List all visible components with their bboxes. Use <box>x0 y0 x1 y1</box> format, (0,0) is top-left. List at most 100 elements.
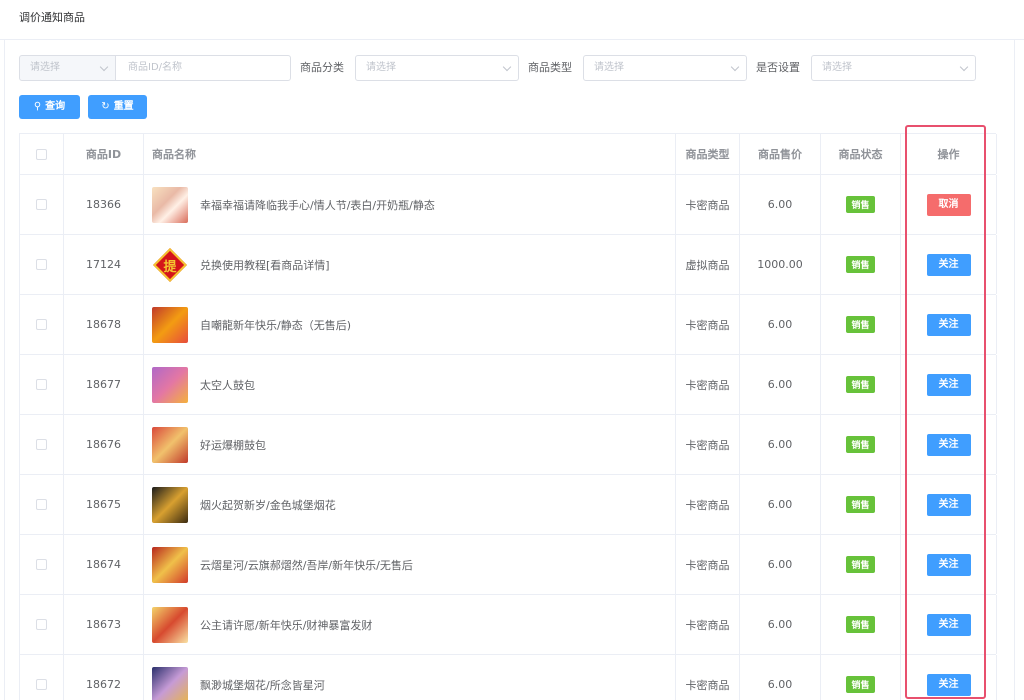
product-thumbnail <box>152 546 188 583</box>
row-checkbox-cell <box>20 475 64 534</box>
chevron-down-icon <box>99 62 109 72</box>
row-checkbox-cell <box>20 415 64 474</box>
product-name: 好运爆棚鼓包 <box>200 438 266 452</box>
product-thumbnail <box>152 426 188 463</box>
product-id: 18678 <box>64 295 144 354</box>
product-price: 6.00 <box>740 355 821 414</box>
table-row: 18675 烟火起贺新岁/金色城堡烟花 卡密商品 6.00 销售 关注 <box>20 475 997 535</box>
header-price: 商品售价 <box>740 134 821 174</box>
row-checkbox-cell <box>20 295 64 354</box>
product-name: 公主请许愿/新年快乐/财神暴富发财 <box>200 618 373 632</box>
row-checkbox[interactable] <box>36 499 47 510</box>
follow-button[interactable]: 关注 <box>926 313 971 336</box>
operation-cell: 关注 <box>901 655 997 700</box>
row-checkbox[interactable] <box>36 559 47 570</box>
row-checkbox[interactable] <box>36 319 47 330</box>
row-checkbox[interactable] <box>36 439 47 450</box>
follow-button[interactable]: 关注 <box>926 253 971 276</box>
operation-cell: 关注 <box>901 475 997 534</box>
product-name-cell: 幸福幸福请降临我手心/情人节/表白/开奶瓶/静态 <box>144 175 676 234</box>
product-thumbnail <box>152 486 188 523</box>
product-status-cell: 销售 <box>821 295 901 354</box>
product-id: 18366 <box>64 175 144 234</box>
product-type: 卡密商品 <box>676 535 740 594</box>
is-set-select[interactable]: 请选择 <box>811 55 976 81</box>
category-select-placeholder: 请选择 <box>366 62 396 73</box>
product-type: 卡密商品 <box>676 355 740 414</box>
product-type: 卡密商品 <box>676 295 740 354</box>
filter-bar: 请选择 商品ID/名称 商品分类 请选择 商品类型 请选择 是否设置 请选择 <box>19 55 1009 81</box>
operation-cell: 取消 <box>901 175 997 234</box>
product-id: 18674 <box>64 535 144 594</box>
follow-button[interactable]: 关注 <box>926 553 971 576</box>
row-checkbox[interactable] <box>36 679 47 690</box>
product-thumbnail <box>152 666 188 700</box>
product-id: 18677 <box>64 355 144 414</box>
select-all-checkbox[interactable] <box>36 148 47 160</box>
header-type: 商品类型 <box>676 134 740 174</box>
product-thumbnail <box>152 186 188 223</box>
product-table: 商品ID 商品名称 商品类型 商品售价 商品状态 操作 18366 幸福幸福请降临… <box>19 133 997 700</box>
product-thumbnail <box>152 606 188 643</box>
header-name: 商品名称 <box>144 134 676 174</box>
product-name-cell: 飘渺城堡烟花/所念皆星河 <box>144 655 676 700</box>
search-icon: ⚲ <box>33 101 42 112</box>
search-field-select[interactable]: 请选择 <box>19 55 116 81</box>
follow-button[interactable]: 关注 <box>926 673 971 696</box>
chevron-down-icon <box>730 62 740 72</box>
reset-button[interactable]: ↻ 重置 <box>88 95 147 119</box>
row-checkbox-cell <box>20 355 64 414</box>
product-type: 卡密商品 <box>676 595 740 654</box>
row-checkbox-cell <box>20 235 64 294</box>
type-select-placeholder: 请选择 <box>594 62 624 73</box>
cancel-button[interactable]: 取消 <box>926 193 971 216</box>
table-header-row: 商品ID 商品名称 商品类型 商品售价 商品状态 操作 <box>20 134 997 175</box>
product-thumbnail: 提 <box>152 246 188 283</box>
product-status-cell: 销售 <box>821 175 901 234</box>
product-type: 虚拟商品 <box>676 235 740 294</box>
row-checkbox[interactable] <box>36 259 47 270</box>
product-name-cell: 提 兑换使用教程[看商品详情] <box>144 235 676 294</box>
product-thumbnail <box>152 366 188 403</box>
header-checkbox-cell <box>20 134 64 174</box>
search-button-label: 查询 <box>45 101 66 112</box>
search-input-placeholder: 商品ID/名称 <box>128 62 183 73</box>
product-price: 6.00 <box>740 655 821 700</box>
table-row: 18676 好运爆棚鼓包 卡密商品 6.00 销售 关注 <box>20 415 997 475</box>
row-checkbox[interactable] <box>36 379 47 390</box>
product-id: 17124 <box>64 235 144 294</box>
page-title: 调价通知商品 <box>0 0 1024 40</box>
product-price: 6.00 <box>740 175 821 234</box>
operation-cell: 关注 <box>901 355 997 414</box>
status-badge: 销售 <box>846 316 875 333</box>
status-badge: 销售 <box>846 616 875 633</box>
product-price: 6.00 <box>740 295 821 354</box>
refresh-icon: ↻ <box>101 101 110 112</box>
header-status: 商品状态 <box>821 134 901 174</box>
product-id: 18675 <box>64 475 144 534</box>
search-button[interactable]: ⚲ 查询 <box>19 95 80 119</box>
follow-button[interactable]: 关注 <box>926 433 971 456</box>
operation-cell: 关注 <box>901 295 997 354</box>
product-name-cell: 太空人鼓包 <box>144 355 676 414</box>
product-id: 18673 <box>64 595 144 654</box>
follow-button[interactable]: 关注 <box>926 493 971 516</box>
category-label: 商品分类 <box>300 61 344 74</box>
follow-button[interactable]: 关注 <box>926 613 971 636</box>
chevron-down-icon <box>502 62 512 72</box>
product-price: 6.00 <box>740 595 821 654</box>
product-name-cell: 自嘲龍新年快乐/静态（无售后) <box>144 295 676 354</box>
row-checkbox[interactable] <box>36 619 47 630</box>
row-checkbox[interactable] <box>36 199 47 210</box>
product-type: 卡密商品 <box>676 475 740 534</box>
product-name-cell: 公主请许愿/新年快乐/财神暴富发财 <box>144 595 676 654</box>
type-select[interactable]: 请选择 <box>583 55 747 81</box>
product-status-cell: 销售 <box>821 595 901 654</box>
table-row: 18673 公主请许愿/新年快乐/财神暴富发财 卡密商品 6.00 销售 关注 <box>20 595 997 655</box>
category-select[interactable]: 请选择 <box>355 55 519 81</box>
follow-button[interactable]: 关注 <box>926 373 971 396</box>
status-badge: 销售 <box>846 436 875 453</box>
search-input[interactable]: 商品ID/名称 <box>115 55 291 81</box>
product-name: 幸福幸福请降临我手心/情人节/表白/开奶瓶/静态 <box>200 198 435 212</box>
product-thumbnail <box>152 306 188 343</box>
